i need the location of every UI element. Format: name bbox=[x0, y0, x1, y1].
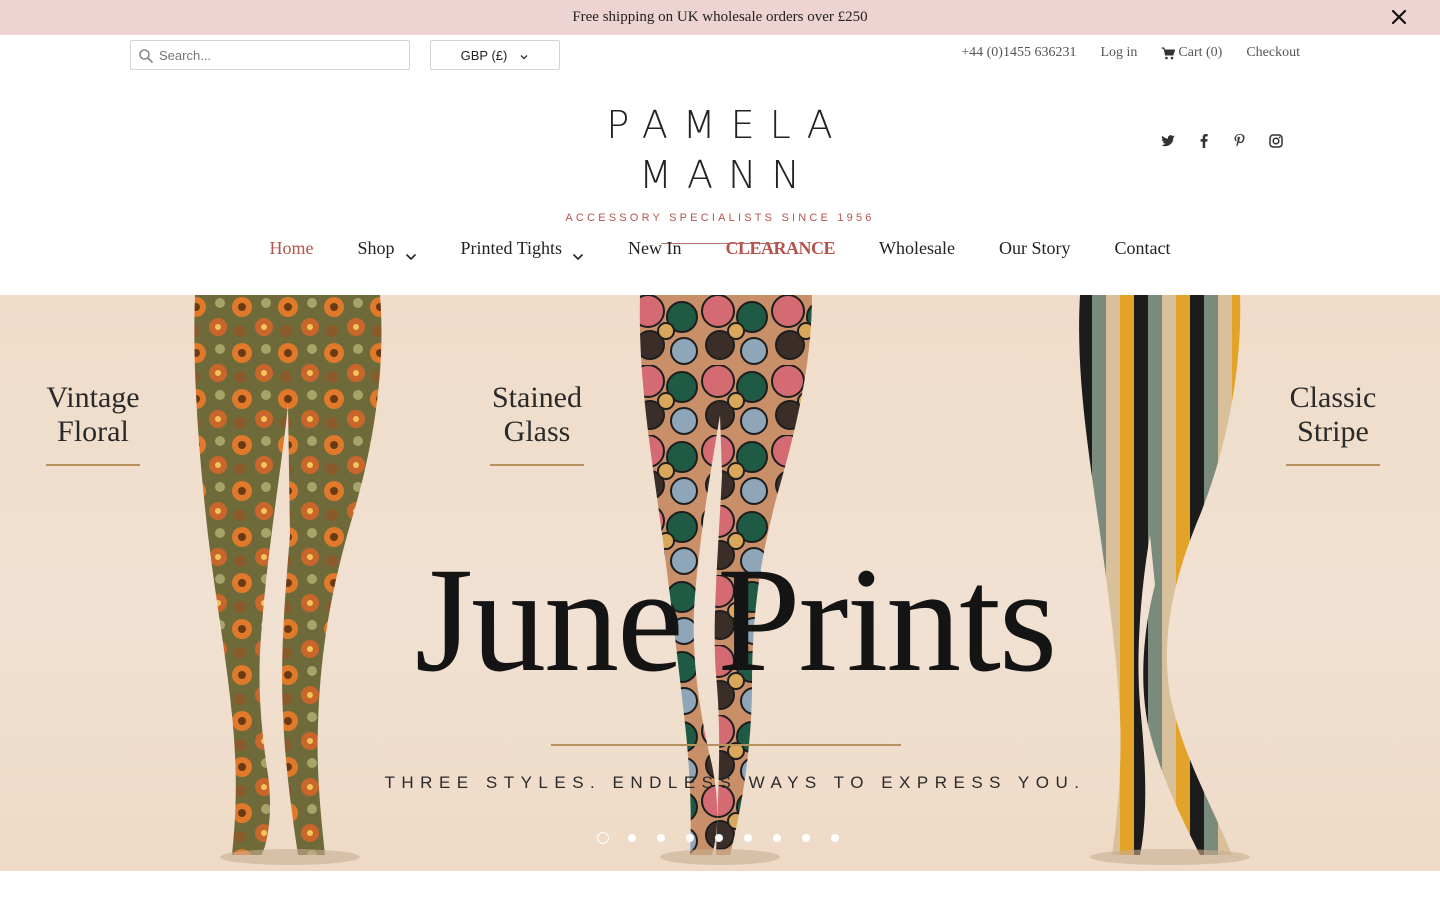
slide-dot[interactable] bbox=[713, 831, 742, 845]
login-link[interactable]: Log in bbox=[1100, 45, 1137, 61]
hero-label-divider bbox=[490, 464, 584, 466]
chevron-down-icon bbox=[405, 245, 417, 260]
hero-slideshow[interactable]: Vintage Floral Stained Glass Classic Str… bbox=[0, 295, 1440, 871]
nav-label: Our Story bbox=[999, 238, 1071, 258]
logo-tagline: ACCESSORY SPECIALISTS SINCE 1956 bbox=[565, 212, 875, 224]
phone-number[interactable]: +44 (0)1455 636231 bbox=[961, 45, 1076, 61]
nav-item-printed-tights[interactable]: Printed Tights bbox=[460, 238, 585, 260]
nav-item-home[interactable]: Home bbox=[269, 238, 313, 259]
search-icon[interactable] bbox=[138, 48, 154, 64]
slide-dot[interactable] bbox=[684, 831, 713, 845]
close-icon[interactable] bbox=[1388, 6, 1410, 28]
slide-dot[interactable] bbox=[626, 831, 655, 845]
nav-label: Wholesale bbox=[879, 238, 956, 258]
currency-value: GBP (£) bbox=[460, 47, 508, 63]
hero-label-stained-glass: Stained Glass bbox=[482, 381, 592, 466]
facebook-icon[interactable] bbox=[1196, 133, 1212, 149]
hero-label-vintage-floral: Vintage Floral bbox=[38, 381, 148, 466]
currency-select[interactable]: GBP (£) bbox=[430, 40, 560, 70]
announcement-text: Free shipping on UK wholesale orders ove… bbox=[572, 9, 868, 25]
nav-item-shop[interactable]: Shop bbox=[357, 238, 417, 260]
hero-label-divider bbox=[1286, 464, 1380, 466]
search-input[interactable] bbox=[159, 45, 399, 65]
nav-item-wholesale[interactable]: Wholesale bbox=[879, 238, 955, 259]
hero-label-classic-stripe: Classic Stripe bbox=[1280, 381, 1386, 466]
utility-links: +44 (0)1455 636231 Log in Cart (0) Check… bbox=[937, 45, 1300, 61]
nav-label: Shop bbox=[357, 238, 395, 258]
nav-label: Printed Tights bbox=[460, 238, 563, 258]
hero-label-line: Vintage bbox=[46, 381, 140, 414]
nav-label: Home bbox=[269, 238, 314, 258]
slide-dot[interactable] bbox=[655, 831, 684, 845]
hero-label-line: Stained bbox=[492, 381, 582, 414]
nav-item-our-story[interactable]: Our Story bbox=[999, 238, 1071, 259]
twitter-icon[interactable] bbox=[1160, 133, 1176, 149]
slide-dot[interactable] bbox=[742, 831, 771, 845]
hero-label-line: Classic bbox=[1289, 381, 1377, 414]
hero-title-divider bbox=[551, 744, 901, 746]
pinterest-icon[interactable] bbox=[1232, 133, 1248, 149]
hero-label-line: Stripe bbox=[1297, 415, 1369, 448]
cart-icon bbox=[1161, 47, 1176, 60]
hero-label-line: Floral bbox=[57, 415, 129, 448]
nav-label: CLEARANCE bbox=[725, 238, 836, 258]
chevron-down-icon bbox=[519, 50, 529, 60]
search-box bbox=[130, 40, 410, 70]
social-links bbox=[1160, 133, 1284, 149]
slide-dot[interactable] bbox=[800, 831, 829, 845]
hero-label-divider bbox=[46, 464, 140, 466]
slide-dot[interactable] bbox=[597, 831, 626, 845]
site-logo[interactable]: PAMELA MANN ACCESSORY SPECIALISTS SINCE … bbox=[520, 100, 920, 244]
instagram-icon[interactable] bbox=[1268, 133, 1284, 149]
slide-dot[interactable] bbox=[771, 831, 800, 845]
chevron-down-icon bbox=[572, 245, 584, 260]
nav-item-new-in[interactable]: New In bbox=[628, 238, 681, 259]
slideshow-dots bbox=[597, 831, 858, 845]
hero-title: June Prints bbox=[414, 537, 1058, 703]
nav-item-clearance[interactable]: CLEARANCE bbox=[726, 238, 836, 259]
nav-item-contact[interactable]: Contact bbox=[1115, 238, 1171, 259]
logo-name: PAMELA MANN bbox=[606, 103, 848, 197]
cart-label: Cart (0) bbox=[1178, 45, 1223, 60]
hero-label-line: Glass bbox=[503, 415, 571, 448]
main-nav: Home Shop Printed Tights New In CLEARANC… bbox=[0, 238, 1440, 260]
checkout-link[interactable]: Checkout bbox=[1246, 45, 1300, 61]
nav-label: New In bbox=[628, 238, 682, 258]
cart-link[interactable]: Cart (0) bbox=[1161, 45, 1222, 61]
hero-tagline: THREE STYLES. ENDLESS WAYS TO EXPRESS YO… bbox=[384, 773, 1086, 792]
nav-label: Contact bbox=[1114, 238, 1171, 258]
announcement-bar: Free shipping on UK wholesale orders ove… bbox=[0, 0, 1440, 35]
slide-dot[interactable] bbox=[829, 831, 858, 845]
